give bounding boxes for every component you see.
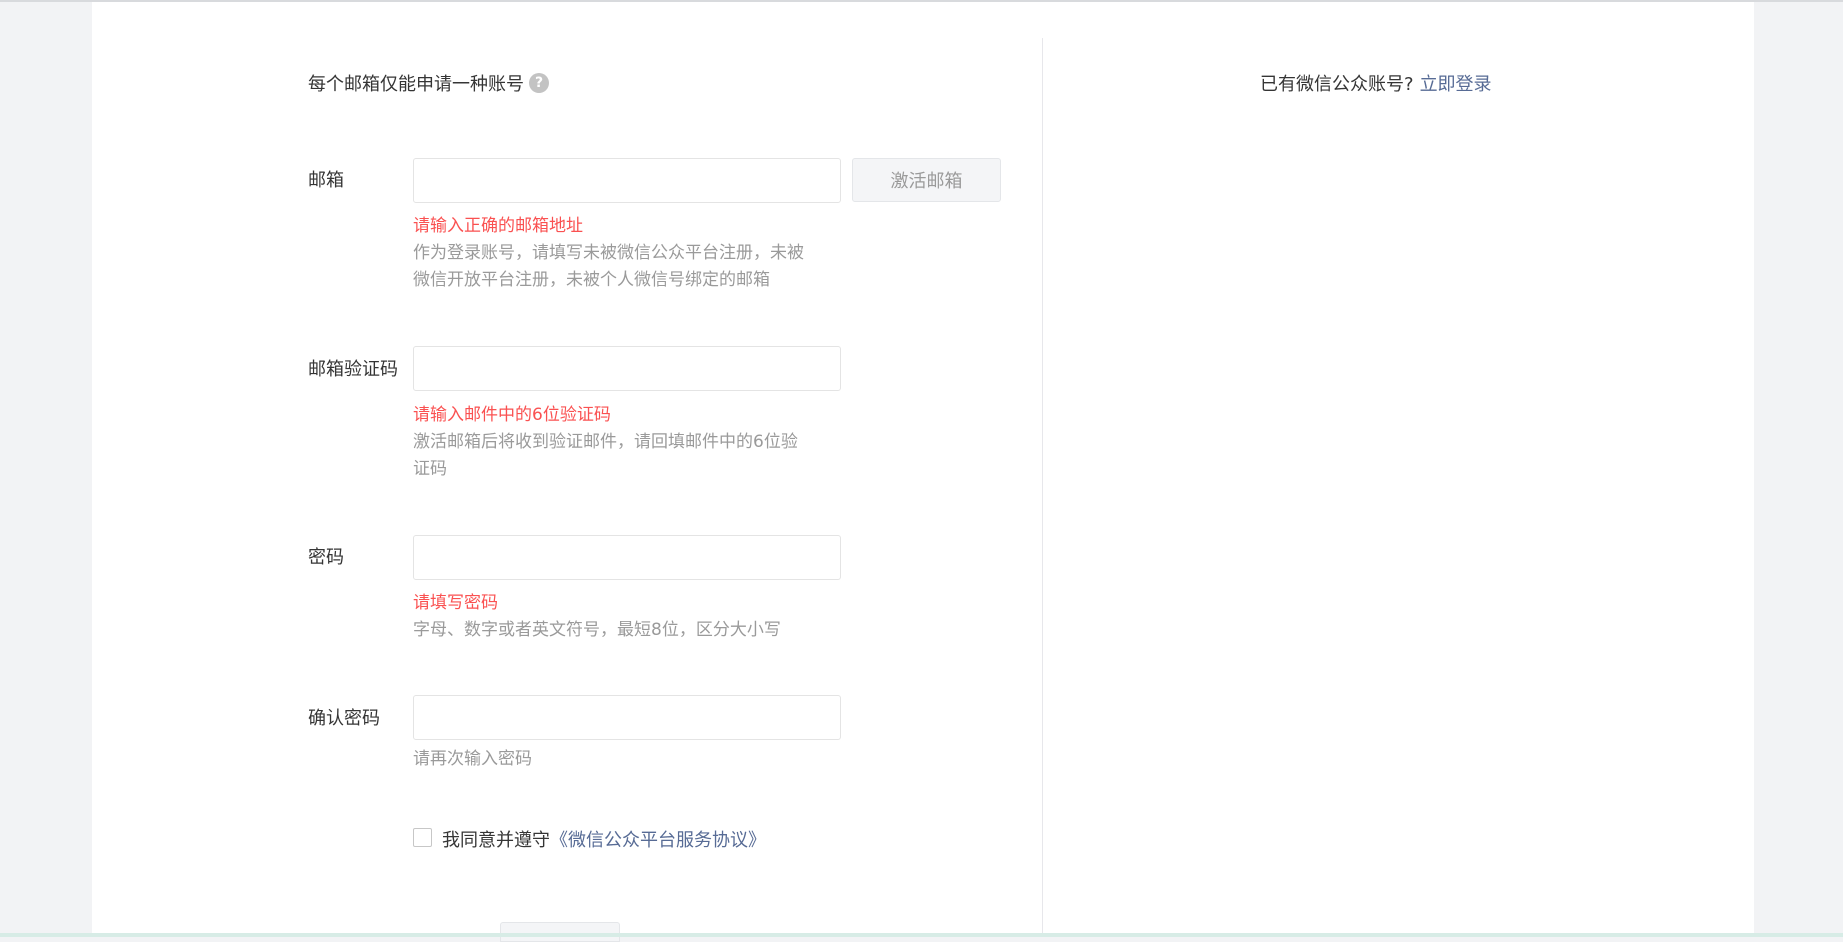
email-tip: 作为登录账号，请填写未被微信公众平台注册，未被微信开放平台注册，未被个人微信号绑… (413, 243, 804, 290)
activate-email-button[interactable]: 激活邮箱 (852, 158, 1001, 202)
password-tip: 字母、数字或者英文符号，最短8位，区分大小写 (413, 620, 781, 640)
window-bottom-border (0, 933, 1843, 937)
agreement-prefix: 我同意并遵守 (442, 830, 550, 851)
confirm-password-tip: 请再次输入密码 (413, 749, 532, 769)
notice-text: 每个邮箱仅能申请一种账号 (308, 74, 524, 95)
code-error: 请输入邮件中的6位验证码 (413, 405, 611, 425)
email-account-notice: 每个邮箱仅能申请一种账号 ? (308, 70, 549, 96)
agreement-text: 我同意并遵守《微信公众平台服务协议》 (442, 826, 766, 852)
help-icon[interactable]: ? (529, 73, 549, 93)
email-error: 请输入正确的邮箱地址 (413, 216, 583, 236)
service-agreement-link[interactable]: 《微信公众平台服务协议》 (550, 830, 766, 851)
login-link[interactable]: 立即登录 (1420, 74, 1492, 95)
submit-button[interactable] (500, 922, 620, 942)
existing-account-question: 已有微信公众账号? (1260, 74, 1414, 95)
password-error: 请填写密码 (413, 593, 498, 613)
password-input[interactable] (413, 535, 841, 580)
confirm-password-input[interactable] (413, 695, 841, 740)
code-label: 邮箱验证码 (308, 359, 398, 380)
confirm-password-label: 确认密码 (308, 708, 380, 729)
register-card (92, 2, 1754, 935)
email-label: 邮箱 (308, 170, 344, 191)
password-label: 密码 (308, 547, 344, 568)
code-input[interactable] (413, 346, 841, 391)
code-tip: 激活邮箱后将收到验证邮件，请回填邮件中的6位验证码 (413, 432, 798, 479)
existing-account-hint: 已有微信公众账号? 立即登录 (1260, 70, 1492, 96)
column-divider (1042, 38, 1043, 933)
email-input[interactable] (413, 158, 841, 203)
agreement-checkbox[interactable] (413, 828, 432, 847)
